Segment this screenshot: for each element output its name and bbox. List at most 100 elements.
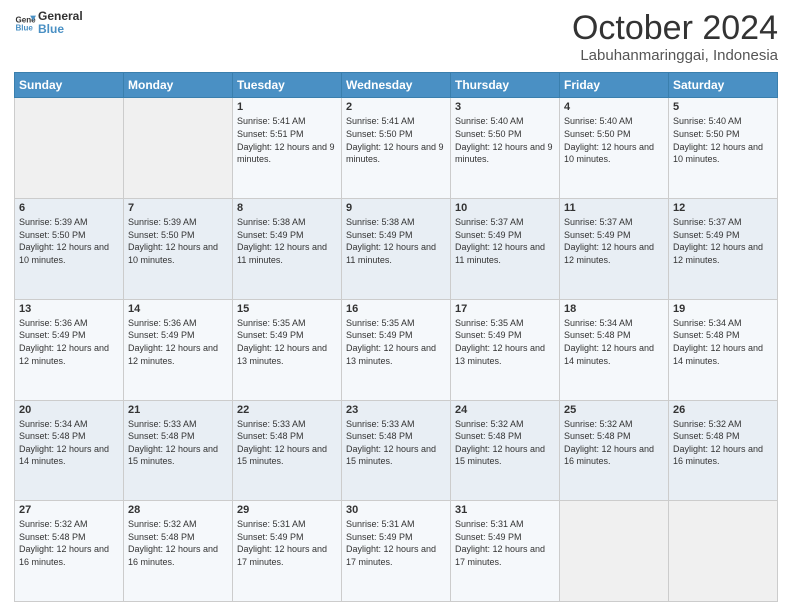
calendar-cell: 26 Sunrise: 5:32 AMSunset: 5:48 PMDayligh…: [669, 400, 778, 501]
calendar-cell: 17 Sunrise: 5:35 AMSunset: 5:49 PMDayligh…: [451, 299, 560, 400]
day-info: Sunrise: 5:32 AMSunset: 5:48 PMDaylight:…: [455, 418, 555, 468]
day-number: 19: [673, 303, 773, 315]
calendar-cell: 24 Sunrise: 5:32 AMSunset: 5:48 PMDayligh…: [451, 400, 560, 501]
day-number: 18: [564, 303, 664, 315]
calendar-cell: [124, 98, 233, 199]
day-number: 8: [237, 202, 337, 214]
day-info: Sunrise: 5:34 AMSunset: 5:48 PMDaylight:…: [564, 317, 664, 367]
calendar-cell: 25Sunrise: 5:32 AMSunset: 5:48 PMDayligh…: [560, 400, 669, 501]
day-info: Sunrise: 5:33 AMSunset: 5:48 PMDaylight:…: [237, 418, 337, 468]
calendar-cell: 28Sunrise: 5:32 AMSunset: 5:48 PMDayligh…: [124, 501, 233, 602]
calendar-cell: 14 Sunrise: 5:36 AMSunset: 5:49 PMDayligh…: [124, 299, 233, 400]
day-info: Sunrise: 5:40 AMSunset: 5:50 PMDaylight:…: [673, 115, 773, 165]
day-number: 28: [128, 504, 228, 516]
day-number: 9: [346, 202, 446, 214]
day-info: Sunrise: 5:33 AMSunset: 5:48 PMDaylight:…: [128, 418, 228, 468]
calendar-cell: 23 Sunrise: 5:33 AMSunset: 5:48 PMDayligh…: [342, 400, 451, 501]
column-header-friday: Friday: [560, 73, 669, 98]
calendar-cell: [560, 501, 669, 602]
day-number: 2: [346, 101, 446, 113]
calendar-cell: 13 Sunrise: 5:36 AMSunset: 5:49 PMDayligh…: [15, 299, 124, 400]
day-info: Sunrise: 5:35 AMSunset: 5:49 PMDaylight:…: [346, 317, 446, 367]
calendar-cell: 6 Sunrise: 5:39 AMSunset: 5:50 PMDaylight…: [15, 199, 124, 300]
day-number: 10: [455, 202, 555, 214]
day-info: Sunrise: 5:32 AMSunset: 5:48 PMDaylight:…: [19, 518, 119, 568]
day-info: Sunrise: 5:31 AMSunset: 5:49 PMDaylight:…: [455, 518, 555, 568]
day-number: 29: [237, 504, 337, 516]
day-number: 12: [673, 202, 773, 214]
day-info: Sunrise: 5:37 AMSunset: 5:49 PMDaylight:…: [455, 216, 555, 266]
day-number: 24: [455, 404, 555, 416]
calendar-cell: 4Sunrise: 5:40 AMSunset: 5:50 PMDaylight…: [560, 98, 669, 199]
day-number: 11: [564, 202, 664, 214]
day-info: Sunrise: 5:31 AMSunset: 5:49 PMDaylight:…: [237, 518, 337, 568]
day-info: Sunrise: 5:41 AMSunset: 5:50 PMDaylight:…: [346, 115, 446, 165]
calendar-cell: 22Sunrise: 5:33 AMSunset: 5:48 PMDayligh…: [233, 400, 342, 501]
day-info: Sunrise: 5:37 AMSunset: 5:49 PMDaylight:…: [564, 216, 664, 266]
calendar-cell: 7Sunrise: 5:39 AMSunset: 5:50 PMDaylight…: [124, 199, 233, 300]
day-number: 13: [19, 303, 119, 315]
calendar-cell: 18 Sunrise: 5:34 AMSunset: 5:48 PMDayligh…: [560, 299, 669, 400]
calendar-cell: 11 Sunrise: 5:37 AMSunset: 5:49 PMDayligh…: [560, 199, 669, 300]
day-number: 16: [346, 303, 446, 315]
calendar-cell: 19 Sunrise: 5:34 AMSunset: 5:48 PMDayligh…: [669, 299, 778, 400]
column-header-thursday: Thursday: [451, 73, 560, 98]
day-number: 7: [128, 202, 228, 214]
day-number: 23: [346, 404, 446, 416]
day-info: Sunrise: 5:35 AMSunset: 5:49 PMDaylight:…: [237, 317, 337, 367]
day-info: Sunrise: 5:31 AMSunset: 5:49 PMDaylight:…: [346, 518, 446, 568]
day-info: Sunrise: 5:32 AMSunset: 5:48 PMDaylight:…: [673, 418, 773, 468]
day-number: 5: [673, 101, 773, 113]
day-number: 6: [19, 202, 119, 214]
main-title: October 2024: [572, 10, 778, 47]
calendar-cell: 2 Sunrise: 5:41 AMSunset: 5:50 PMDaylight…: [342, 98, 451, 199]
header: General Blue General Blue October 2024 L…: [14, 10, 778, 64]
calendar-cell: 8Sunrise: 5:38 AMSunset: 5:49 PMDaylight…: [233, 199, 342, 300]
day-info: Sunrise: 5:34 AMSunset: 5:48 PMDaylight:…: [673, 317, 773, 367]
subtitle: Labuhanmaringgai, Indonesia: [572, 47, 778, 64]
column-header-tuesday: Tuesday: [233, 73, 342, 98]
logo-line2: Blue: [38, 23, 83, 36]
day-number: 3: [455, 101, 555, 113]
calendar-cell: 12 Sunrise: 5:37 AMSunset: 5:49 PMDayligh…: [669, 199, 778, 300]
day-info: Sunrise: 5:38 AMSunset: 5:49 PMDaylight:…: [346, 216, 446, 266]
day-number: 1: [237, 101, 337, 113]
day-number: 17: [455, 303, 555, 315]
calendar-table: SundayMondayTuesdayWednesdayThursdayFrid…: [14, 72, 778, 602]
calendar-cell: 3 Sunrise: 5:40 AMSunset: 5:50 PMDaylight…: [451, 98, 560, 199]
day-number: 21: [128, 404, 228, 416]
day-number: 15: [237, 303, 337, 315]
day-info: Sunrise: 5:41 AMSunset: 5:51 PMDaylight:…: [237, 115, 337, 165]
day-info: Sunrise: 5:36 AMSunset: 5:49 PMDaylight:…: [19, 317, 119, 367]
day-info: Sunrise: 5:39 AMSunset: 5:50 PMDaylight:…: [19, 216, 119, 266]
calendar-cell: 21 Sunrise: 5:33 AMSunset: 5:48 PMDayligh…: [124, 400, 233, 501]
calendar-cell: 29 Sunrise: 5:31 AMSunset: 5:49 PMDayligh…: [233, 501, 342, 602]
day-info: Sunrise: 5:37 AMSunset: 5:49 PMDaylight:…: [673, 216, 773, 266]
column-header-monday: Monday: [124, 73, 233, 98]
day-number: 20: [19, 404, 119, 416]
calendar-cell: 27Sunrise: 5:32 AMSunset: 5:48 PMDayligh…: [15, 501, 124, 602]
day-info: Sunrise: 5:32 AMSunset: 5:48 PMDaylight:…: [564, 418, 664, 468]
calendar-cell: 9 Sunrise: 5:38 AMSunset: 5:49 PMDaylight…: [342, 199, 451, 300]
day-number: 26: [673, 404, 773, 416]
calendar-cell: 5 Sunrise: 5:40 AMSunset: 5:50 PMDaylight…: [669, 98, 778, 199]
column-header-wednesday: Wednesday: [342, 73, 451, 98]
day-info: Sunrise: 5:35 AMSunset: 5:49 PMDaylight:…: [455, 317, 555, 367]
day-info: Sunrise: 5:36 AMSunset: 5:49 PMDaylight:…: [128, 317, 228, 367]
column-header-sunday: Sunday: [15, 73, 124, 98]
day-number: 30: [346, 504, 446, 516]
column-header-saturday: Saturday: [669, 73, 778, 98]
day-number: 31: [455, 504, 555, 516]
calendar-week-row: 20Sunrise: 5:34 AMSunset: 5:48 PMDayligh…: [15, 400, 778, 501]
calendar-cell: [669, 501, 778, 602]
logo-icon: General Blue: [14, 12, 36, 34]
calendar-week-row: 13 Sunrise: 5:36 AMSunset: 5:49 PMDayligh…: [15, 299, 778, 400]
day-info: Sunrise: 5:33 AMSunset: 5:48 PMDaylight:…: [346, 418, 446, 468]
calendar-cell: 31 Sunrise: 5:31 AMSunset: 5:49 PMDayligh…: [451, 501, 560, 602]
calendar-cell: 1 Sunrise: 5:41 AMSunset: 5:51 PMDaylight…: [233, 98, 342, 199]
day-info: Sunrise: 5:40 AMSunset: 5:50 PMDaylight:…: [455, 115, 555, 165]
day-number: 14: [128, 303, 228, 315]
calendar-week-row: 6 Sunrise: 5:39 AMSunset: 5:50 PMDaylight…: [15, 199, 778, 300]
svg-text:Blue: Blue: [15, 24, 33, 33]
calendar-week-row: 1 Sunrise: 5:41 AMSunset: 5:51 PMDaylight…: [15, 98, 778, 199]
